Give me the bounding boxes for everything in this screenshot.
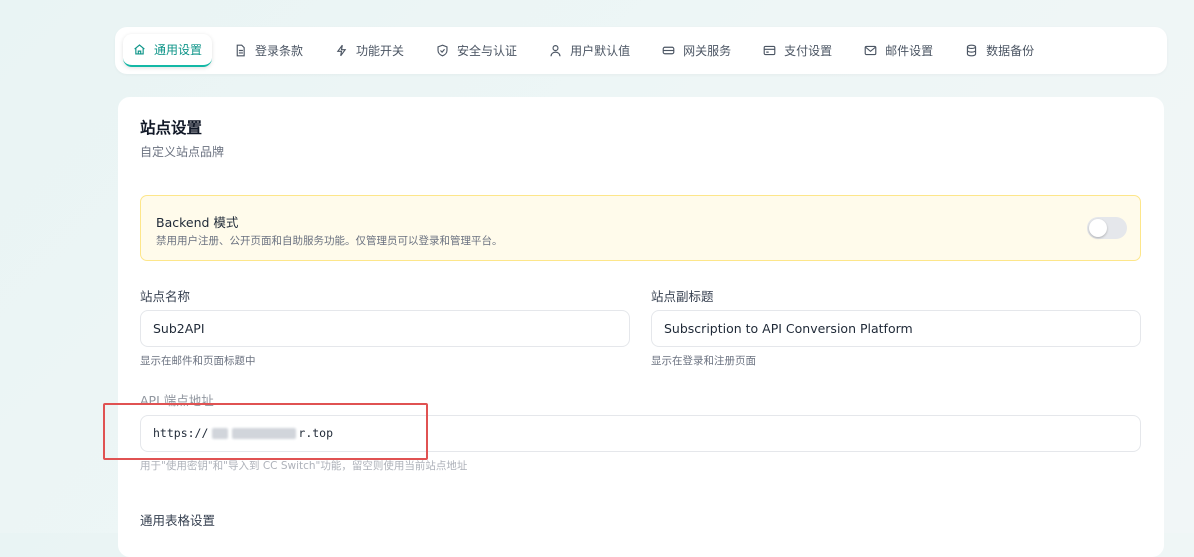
tab-label: 功能开关 bbox=[356, 44, 405, 58]
site-subtitle-label: 站点副标题 bbox=[651, 289, 714, 304]
tab-feature-toggles[interactable]: 功能开关 bbox=[325, 34, 414, 67]
tab-data-backup[interactable]: 数据备份 bbox=[955, 34, 1044, 67]
site-name-hint: 显示在邮件和页面标题中 bbox=[140, 355, 256, 367]
redacted-segment bbox=[232, 428, 297, 439]
tab-label: 安全与认证 bbox=[457, 44, 518, 58]
api-endpoint-input[interactable]: https:// r.top bbox=[140, 415, 1141, 452]
server-icon bbox=[662, 46, 675, 55]
api-endpoint-suffix: r.top bbox=[298, 426, 334, 440]
lightning-icon bbox=[336, 44, 347, 57]
site-subtitle-input[interactable]: Subscription to API Conversion Platform bbox=[651, 310, 1141, 347]
backend-mode-description: 禁用用户注册、公开页面和自助服务功能。仅管理员可以登录和管理平台。 bbox=[156, 235, 503, 247]
api-endpoint-prefix: https:// bbox=[153, 426, 209, 440]
site-name-input[interactable]: Sub2API bbox=[140, 310, 630, 347]
site-subtitle-hint: 显示在登录和注册页面 bbox=[651, 355, 756, 367]
api-endpoint-hint: 用于"使用密钥"和"导入到 CC Switch"功能，留空则使用当前站点地址 bbox=[140, 460, 468, 472]
tab-user-defaults[interactable]: 用户默认值 bbox=[539, 34, 640, 67]
tab-label: 网关服务 bbox=[683, 44, 732, 58]
document-icon bbox=[236, 44, 245, 57]
site-name-label: 站点名称 bbox=[140, 289, 191, 304]
backend-mode-toggle[interactable] bbox=[1087, 217, 1127, 239]
tab-label: 支付设置 bbox=[784, 44, 833, 58]
tab-payment-settings[interactable]: 支付设置 bbox=[753, 34, 842, 67]
api-endpoint-label: API 端点地址 bbox=[140, 393, 214, 408]
tab-general[interactable]: 通用设置 bbox=[123, 34, 213, 67]
toggle-knob bbox=[1089, 219, 1107, 237]
tab-login-terms[interactable]: 登录条款 bbox=[224, 34, 313, 67]
tab-label: 登录条款 bbox=[255, 44, 304, 58]
home-icon bbox=[134, 44, 145, 55]
mail-icon bbox=[864, 45, 877, 56]
user-icon bbox=[550, 45, 561, 57]
tab-label: 数据备份 bbox=[986, 44, 1035, 58]
tab-label: 通用设置 bbox=[154, 43, 203, 57]
settings-tab-bar: 通用设置 登录条款 功能开关 安全与认证 用户默认值 网关服务 支付设置 邮件设… bbox=[115, 27, 1167, 74]
shield-check-icon bbox=[437, 44, 448, 57]
tab-gateway-services[interactable]: 网关服务 bbox=[652, 34, 741, 67]
credit-card-icon bbox=[763, 45, 776, 56]
database-icon bbox=[966, 44, 977, 57]
tab-label: 邮件设置 bbox=[885, 44, 934, 58]
section-title: 站点设置 bbox=[140, 119, 203, 137]
table-settings-title: 通用表格设置 bbox=[140, 513, 216, 528]
site-settings-card: 站点设置 自定义站点品牌 Backend 模式 禁用用户注册、公开页面和自助服务… bbox=[118, 97, 1164, 557]
section-subtitle: 自定义站点品牌 bbox=[140, 145, 225, 159]
backend-mode-banner: Backend 模式 禁用用户注册、公开页面和自助服务功能。仅管理员可以登录和管… bbox=[140, 195, 1141, 261]
backend-mode-title: Backend 模式 bbox=[156, 215, 239, 230]
tab-mail-settings[interactable]: 邮件设置 bbox=[854, 34, 943, 67]
tab-label: 用户默认值 bbox=[570, 44, 631, 58]
redacted-segment bbox=[212, 428, 229, 439]
tab-security-auth[interactable]: 安全与认证 bbox=[426, 34, 527, 67]
